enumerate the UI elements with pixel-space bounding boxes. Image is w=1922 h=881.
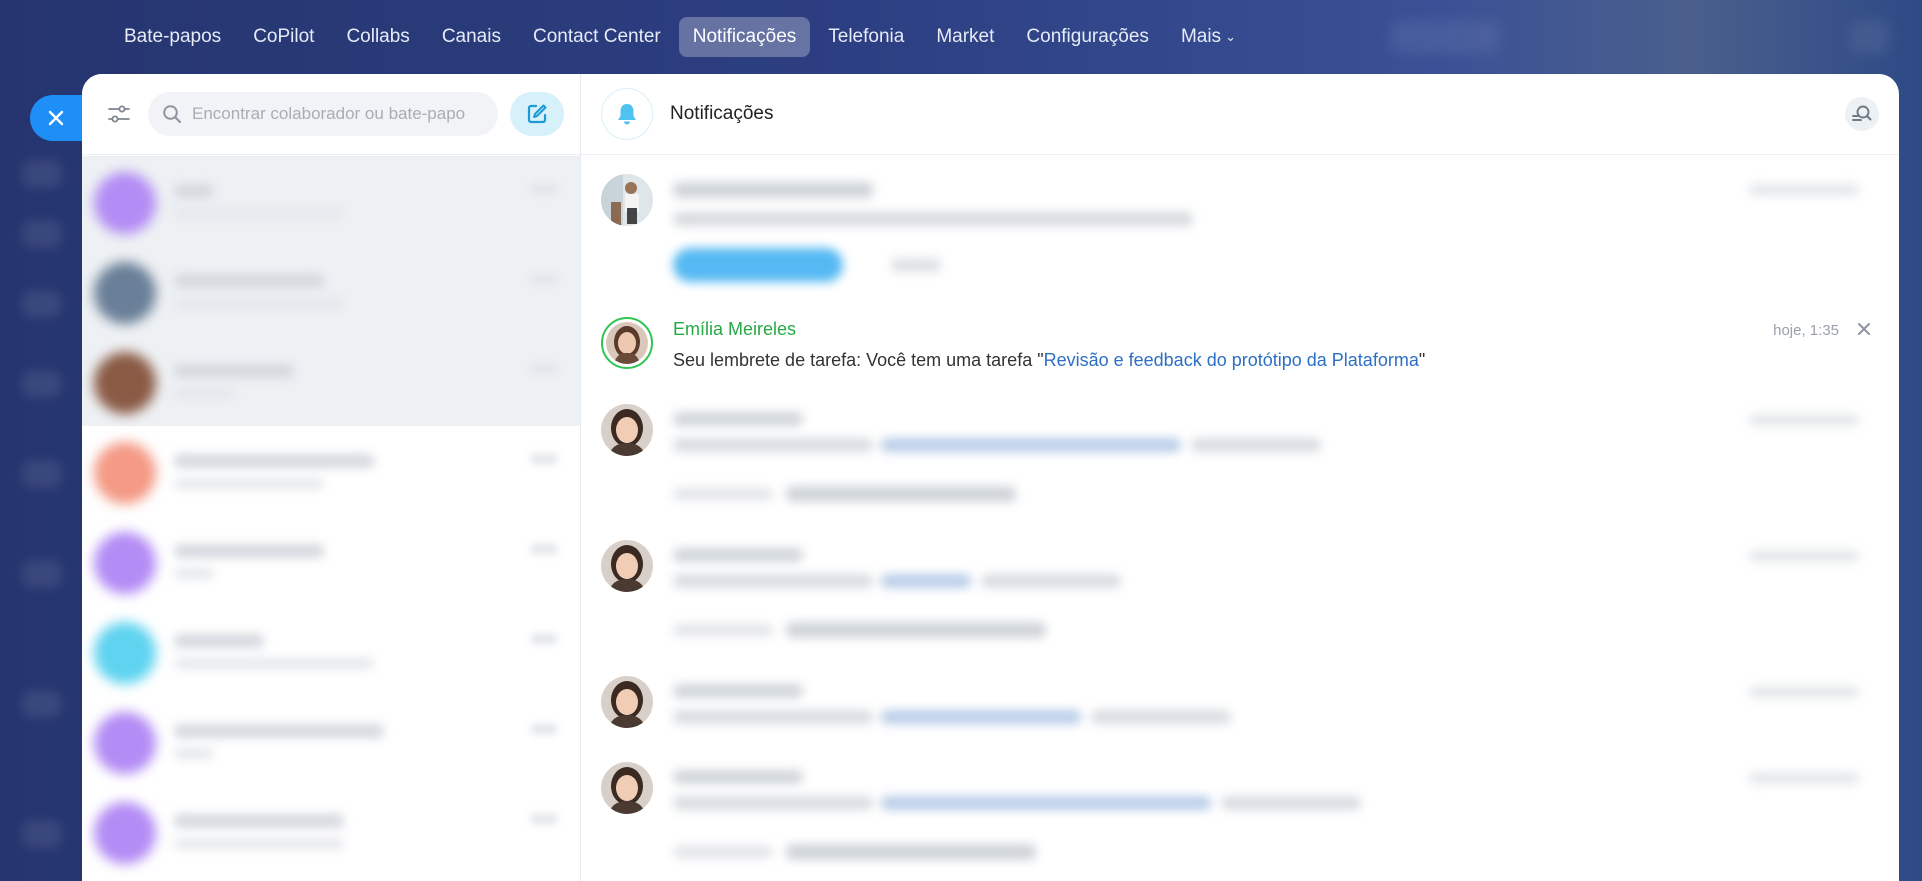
bell-icon [618,104,636,125]
chat-list-item[interactable] [82,246,580,336]
blurred-header-icon [1850,20,1890,54]
chat-list-item[interactable] [82,786,580,876]
search-input[interactable] [192,104,484,124]
nav-item-collabs[interactable]: Collabs [332,17,423,57]
nav-item-market[interactable]: Market [922,17,1008,57]
rail-item [22,560,62,588]
chat-list-item[interactable] [82,336,580,426]
nav-item-notificacoes[interactable]: Notificações [678,17,811,57]
chat-list-pane [82,74,581,881]
rail-item [22,370,62,398]
notifications-header: Notificações [581,74,1899,155]
filter-button[interactable] [102,97,136,131]
avatar [601,762,653,814]
filter-sliders-icon [108,105,130,123]
rail-item [22,220,62,248]
avatar [601,540,653,592]
close-icon [48,110,64,126]
avatar [601,676,653,728]
close-icon [1858,323,1870,335]
notification-item [601,762,1879,881]
notification-item [601,676,1879,756]
nav-item-configuracoes[interactable]: Configurações [1012,17,1163,57]
rail-item [22,460,62,488]
messenger-window: Notificações [82,74,1899,881]
notification-author[interactable]: Emília Meireles [673,319,796,340]
rail-item [22,820,62,848]
dismiss-notification-button[interactable] [1853,318,1875,340]
chat-list-item[interactable] [82,156,580,246]
message-prefix: Seu lembrete de tarefa: Você tem uma tar… [673,350,1044,370]
nav-item-bate-papos[interactable]: Bate-papos [110,17,235,57]
notification-item [601,174,1879,314]
notifications-avatar [601,88,653,140]
rail-item [22,690,62,718]
nav-item-copilot[interactable]: CoPilot [239,17,328,57]
notification-time: hoje, 1:35 [1773,322,1839,339]
nav-item-contact-center[interactable]: Contact Center [519,17,675,57]
avatar [601,317,653,369]
close-panel-button[interactable] [30,95,82,141]
rail-item [22,290,62,318]
nav-item-telefonia[interactable]: Telefonia [814,17,918,57]
search-box[interactable] [148,92,498,136]
chevron-down-icon: ⌄ [1225,29,1236,44]
notification-item [601,404,1879,534]
chat-list-item[interactable] [82,696,580,786]
chat-list-item[interactable] [82,516,580,606]
rail-item [22,160,62,188]
nav-item-canais[interactable]: Canais [428,17,515,57]
chat-list-header [82,74,580,155]
nav-item-mais[interactable]: Mais ⌄ [1167,17,1250,57]
notification-search-button[interactable] [1845,97,1879,131]
compose-icon [527,104,547,124]
notification-item [601,540,1879,670]
notification-message: Seu lembrete de tarefa: Você tem uma tar… [673,350,1425,371]
chat-list-item[interactable] [82,426,580,516]
task-link[interactable]: Revisão e feedback do protótipo da Plata… [1044,350,1419,370]
blurred-header-element [1390,20,1500,54]
new-chat-button[interactable] [510,92,564,136]
top-navigation: Bate-papos CoPilot Collabs Canais Contac… [110,17,1250,57]
nav-more-label: Mais [1180,26,1222,48]
chat-list [82,156,580,881]
notification-item-focused[interactable]: Emília Meireles hoje, 1:35 Seu lembrete … [601,314,1879,394]
search-list-icon [1852,105,1872,121]
notifications-pane: Notificações Emília Meireles hoje, 1:35 … [581,74,1899,881]
notifications-title: Notificações [670,103,774,124]
message-suffix: " [1418,350,1426,370]
search-icon [163,105,182,124]
avatar [601,404,653,456]
chat-list-item[interactable] [82,606,580,696]
avatar [601,174,653,226]
